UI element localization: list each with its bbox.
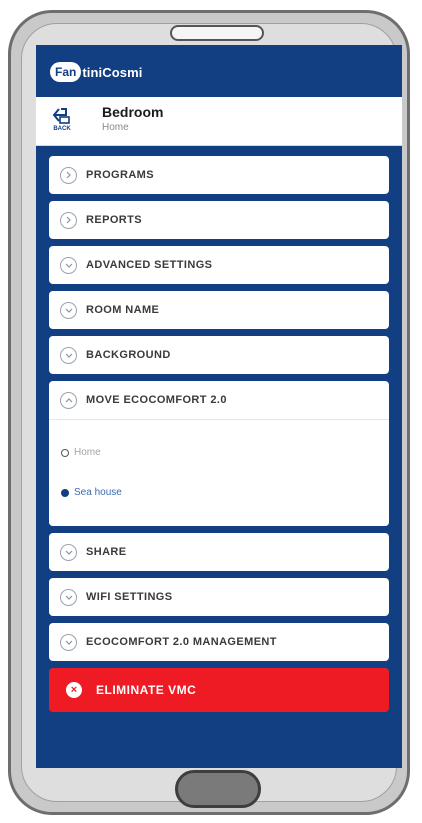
menu-item-reports[interactable]: REPORTS [49, 201, 389, 239]
location-options: Home Sea house [49, 420, 389, 526]
page-subtitle: Home [102, 122, 129, 133]
logo-text: tiniCosmi [82, 64, 143, 80]
menu-item-move-ecocomfort: MOVE ECOCOMFORT 2.0 Home Sea house [49, 381, 389, 526]
phone-home-button[interactable] [175, 770, 261, 808]
option-label: Home [74, 447, 101, 458]
chevron-down-icon [60, 301, 77, 319]
chevron-down-icon [60, 256, 77, 274]
menu-item-label: WIFI SETTINGS [86, 591, 173, 603]
back-label: BACK [53, 126, 71, 132]
phone-speaker [170, 25, 264, 41]
chevron-right-icon [60, 166, 77, 184]
chevron-down-icon [60, 543, 77, 561]
menu-list: PROGRAMS REPORTS ADVANCED SETTINGS ROOM … [49, 156, 389, 712]
menu-item-wifi-settings[interactable]: WIFI SETTINGS [49, 578, 389, 616]
menu-item-label: PROGRAMS [86, 169, 154, 181]
move-ecocomfort-header[interactable]: MOVE ECOCOMFORT 2.0 [49, 381, 389, 420]
menu-item-label: SHARE [86, 546, 127, 558]
option-label: Sea house [74, 487, 122, 498]
menu-item-label: ADVANCED SETTINGS [86, 259, 213, 271]
back-button[interactable]: BACK [46, 105, 78, 139]
menu-item-label: ECOCOMFORT 2.0 MANAGEMENT [86, 636, 277, 648]
app-screen: Fan tiniCosmi BACK Bedroom Home PROGRAMS [36, 45, 402, 768]
menu-item-ecocomfort-management[interactable]: ECOCOMFORT 2.0 MANAGEMENT [49, 623, 389, 661]
chevron-up-icon [60, 391, 77, 409]
logo-badge: Fan [50, 62, 82, 82]
title-block: Bedroom Home [102, 104, 163, 133]
menu-item-label: MOVE ECOCOMFORT 2.0 [86, 394, 227, 406]
fantinicosmi-logo: Fan tiniCosmi [50, 59, 142, 85]
eliminate-vmc-button[interactable]: × ELIMINATE VMC [49, 668, 389, 712]
menu-item-advanced-settings[interactable]: ADVANCED SETTINGS [49, 246, 389, 284]
eliminate-vmc-label: ELIMINATE VMC [96, 683, 197, 697]
menu-item-programs[interactable]: PROGRAMS [49, 156, 389, 194]
close-icon: × [66, 682, 82, 698]
page-header: BACK Bedroom Home [36, 97, 402, 146]
menu-item-room-name[interactable]: ROOM NAME [49, 291, 389, 329]
app-bar: Fan tiniCosmi [36, 45, 402, 97]
radio-selected-icon [61, 488, 69, 497]
menu-item-label: ROOM NAME [86, 304, 160, 316]
option-home[interactable]: Home [61, 447, 101, 458]
radio-unselected-icon [61, 448, 69, 457]
menu-item-label: BACKGROUND [86, 349, 171, 361]
page-title: Bedroom [102, 104, 164, 120]
chevron-down-icon [60, 588, 77, 606]
menu-item-share[interactable]: SHARE [49, 533, 389, 571]
option-sea-house[interactable]: Sea house [61, 487, 122, 498]
chevron-right-icon [60, 211, 77, 229]
chevron-down-icon [60, 346, 77, 364]
menu-item-background[interactable]: BACKGROUND [49, 336, 389, 374]
back-arrow-icon [52, 108, 70, 124]
chevron-down-icon [60, 633, 77, 651]
menu-item-label: REPORTS [86, 214, 142, 226]
